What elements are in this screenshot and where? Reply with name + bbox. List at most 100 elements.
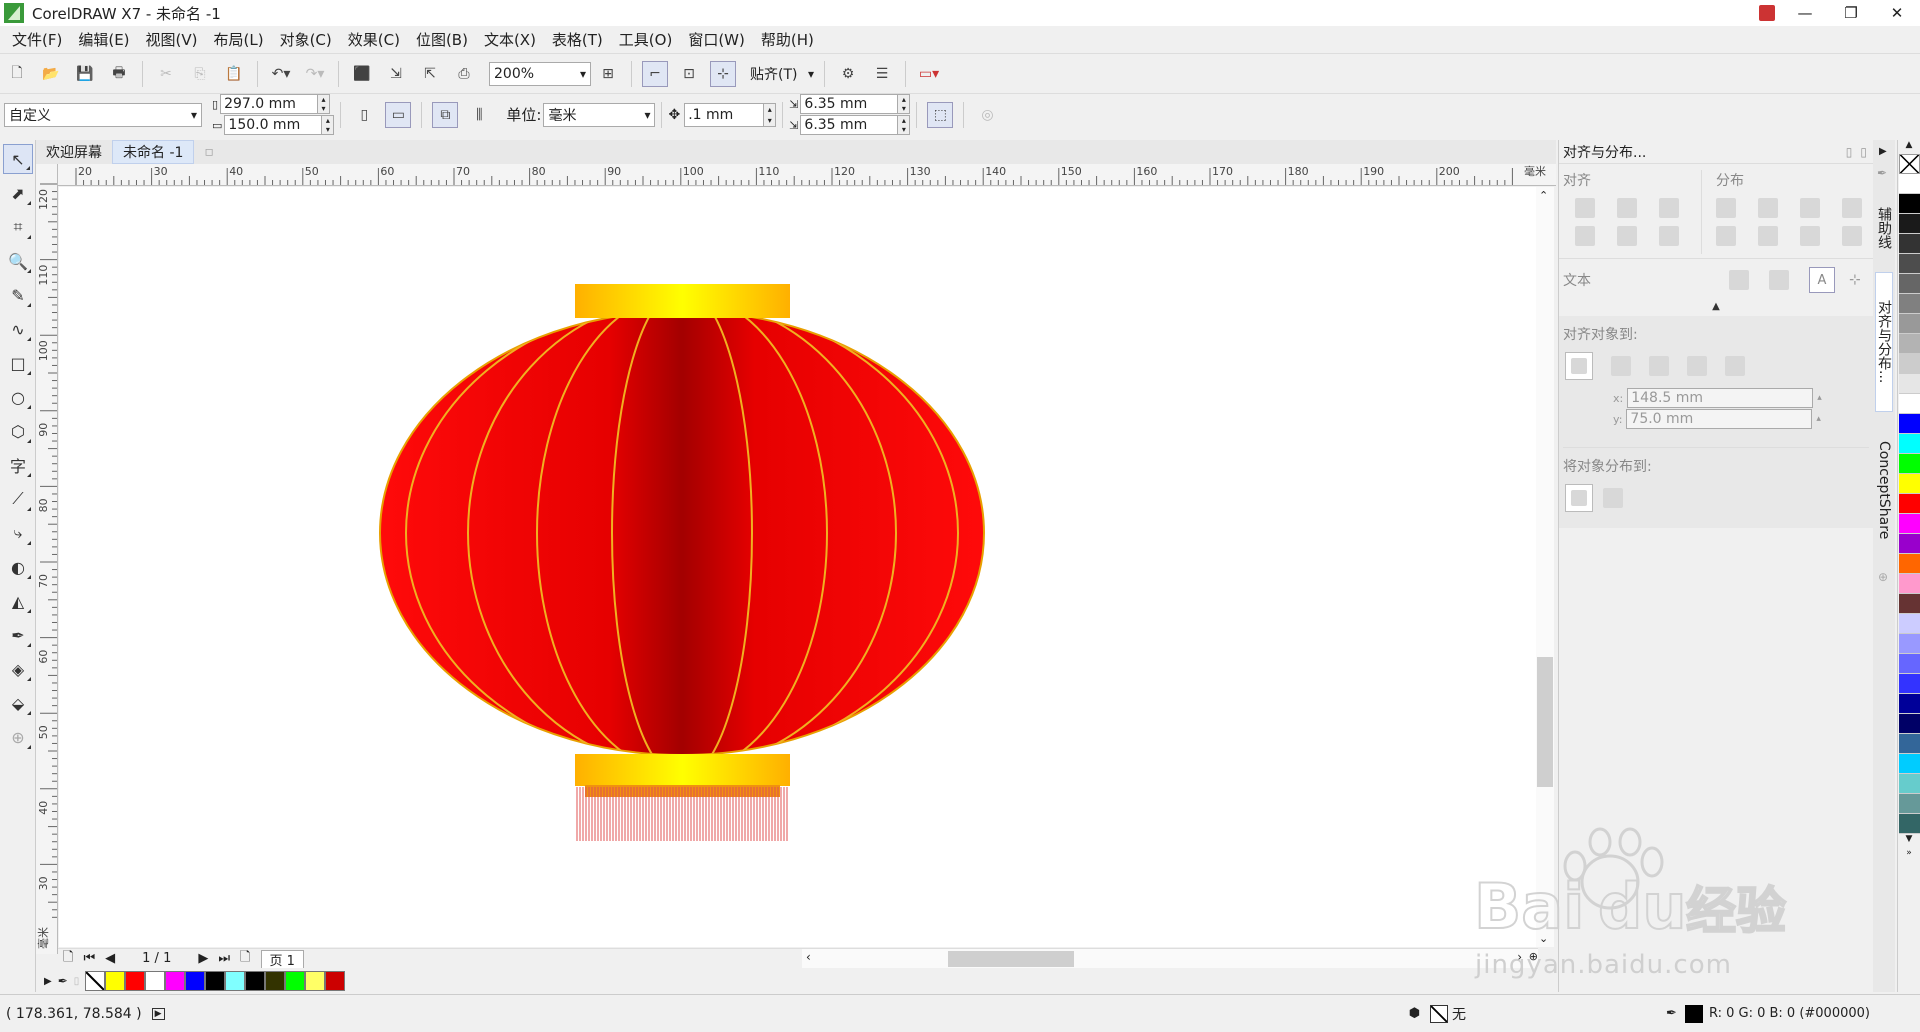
menu-view[interactable]: 视图(V) bbox=[138, 29, 206, 50]
page-tab-1[interactable]: 页 1 bbox=[260, 949, 304, 969]
palette-scroll-icon[interactable]: ▶ bbox=[44, 976, 52, 987]
next-page-icon[interactable]: ▶ bbox=[198, 951, 208, 966]
lock-toolbar-icon[interactable]: ◎ bbox=[974, 102, 1000, 128]
import-icon[interactable]: ⇲ bbox=[383, 61, 409, 87]
align-to-page-edge-icon[interactable] bbox=[1611, 356, 1631, 376]
page-options-icon[interactable]: 🗋 bbox=[63, 948, 73, 970]
color-swatch[interactable] bbox=[1899, 774, 1920, 794]
minimize-button[interactable]: — bbox=[1782, 0, 1828, 26]
color-swatch[interactable] bbox=[165, 971, 186, 991]
tab-align-distribute[interactable]: 对齐与分布... bbox=[1875, 272, 1893, 412]
page-height-field[interactable]: 150.0 mm ▴ ▾ bbox=[224, 115, 335, 135]
export-icon[interactable]: ⇱ bbox=[417, 61, 443, 87]
user-icon[interactable] bbox=[1752, 0, 1782, 26]
dup-x-spinner[interactable]: ▴ ▾ bbox=[897, 95, 910, 113]
align-to-active-objects-icon[interactable] bbox=[1565, 352, 1593, 380]
menu-edit[interactable]: 编辑(E) bbox=[70, 29, 137, 50]
distribute-center-h-icon[interactable] bbox=[1758, 198, 1778, 218]
open-icon[interactable]: 📂 bbox=[38, 61, 64, 87]
align-to-point-icon[interactable] bbox=[1725, 356, 1745, 376]
x-spinner-icon[interactable]: ▴ bbox=[1817, 393, 1822, 403]
color-swatch[interactable] bbox=[125, 971, 146, 991]
search-content-icon[interactable]: ⬛ bbox=[349, 61, 375, 87]
vertical-ruler[interactable]: 120 110 100 90 80 70 60 50 40 30 毫米 bbox=[36, 164, 58, 954]
options-icon[interactable]: ⚙ bbox=[835, 61, 861, 87]
color-swatch[interactable] bbox=[325, 971, 346, 991]
palette-scroll-down-icon[interactable]: ▼ bbox=[1898, 834, 1920, 848]
color-swatch[interactable] bbox=[1899, 554, 1920, 574]
shape-tool-icon[interactable]: ⬈ bbox=[3, 178, 33, 208]
polygon-tool-icon[interactable]: ⬡ bbox=[3, 416, 33, 446]
outline-color-swatch[interactable] bbox=[1684, 1004, 1703, 1023]
tab-untitled-1[interactable]: 未命名 -1 bbox=[112, 140, 195, 164]
color-swatch[interactable] bbox=[1899, 674, 1920, 694]
menu-tools[interactable]: 工具(O) bbox=[611, 29, 681, 50]
color-swatch[interactable] bbox=[1899, 614, 1920, 634]
distribute-space-h-icon[interactable] bbox=[1842, 198, 1862, 218]
color-swatch[interactable] bbox=[1899, 374, 1920, 394]
add-docker-icon[interactable]: ⊕ bbox=[1878, 570, 1888, 584]
horizontal-ruler[interactable]: 20 30 40 50 60 70 80 90 100 110 120 130 140 150 160 170… bbox=[56, 164, 1556, 186]
color-swatch[interactable] bbox=[1899, 754, 1920, 774]
undo-icon[interactable]: ↶▾ bbox=[268, 61, 294, 87]
align-to-page-center-icon[interactable] bbox=[1649, 356, 1669, 376]
color-swatch[interactable] bbox=[1899, 334, 1920, 354]
color-swatch[interactable] bbox=[1899, 274, 1920, 294]
snap-to-combo[interactable]: 贴齐(T) bbox=[746, 62, 818, 86]
color-swatch[interactable] bbox=[1899, 654, 1920, 674]
distribute-left-icon[interactable] bbox=[1716, 198, 1736, 218]
full-screen-icon[interactable]: ⊞ bbox=[595, 61, 621, 87]
text-tool-icon[interactable]: 字 bbox=[3, 450, 33, 480]
distribute-bottom-icon[interactable] bbox=[1800, 226, 1820, 246]
interactive-fill-tool-icon[interactable]: ◈ bbox=[3, 654, 33, 684]
rectangle-tool-icon[interactable]: □ bbox=[3, 348, 33, 378]
color-swatch[interactable] bbox=[145, 971, 166, 991]
menu-window[interactable]: 窗口(W) bbox=[680, 29, 753, 50]
docker-close-icon[interactable]: ▯ bbox=[1860, 145, 1867, 159]
color-swatch[interactable] bbox=[1899, 454, 1920, 474]
color-swatch[interactable] bbox=[205, 971, 226, 991]
tab-conceptshare[interactable]: ConceptShare bbox=[1875, 420, 1893, 560]
horizontal-scroll-thumb[interactable] bbox=[948, 951, 1074, 967]
color-swatch[interactable] bbox=[1899, 394, 1920, 414]
units-combo[interactable]: 毫米 bbox=[543, 102, 656, 127]
all-pages-icon[interactable]: ⧉ bbox=[432, 101, 459, 128]
color-swatch[interactable] bbox=[1899, 294, 1920, 314]
smart-fill-tool-icon[interactable]: ⬙ bbox=[3, 688, 33, 718]
text-pin-icon[interactable]: ⊹ bbox=[1849, 272, 1861, 288]
docker-restore-icon[interactable]: ▯ bbox=[1846, 145, 1853, 159]
color-swatch[interactable] bbox=[1899, 194, 1920, 214]
color-swatch[interactable] bbox=[1899, 634, 1920, 654]
palette-expand-icon[interactable]: » bbox=[1898, 848, 1920, 862]
treat-as-filled-icon[interactable]: ⬚ bbox=[927, 101, 954, 128]
redo-icon[interactable]: ↷▾ bbox=[302, 61, 328, 87]
prev-page-icon[interactable]: ◀ bbox=[105, 951, 115, 966]
show-rulers-icon[interactable]: ⌐ bbox=[642, 60, 668, 87]
color-swatch[interactable] bbox=[1899, 814, 1920, 834]
page-width-field[interactable]: 297.0 mm ▴ ▾ bbox=[220, 94, 331, 114]
scroll-tabs-up-icon[interactable]: ▶ bbox=[1879, 146, 1887, 157]
height-spinner[interactable]: ▴ ▾ bbox=[321, 116, 334, 134]
transparency-tool-icon[interactable]: ◭ bbox=[3, 586, 33, 616]
page-preset-combo[interactable]: 自定义 bbox=[4, 102, 202, 127]
parallel-dimension-tool-icon[interactable]: ⟋ bbox=[3, 484, 33, 514]
restore-button[interactable]: ❐ bbox=[1828, 0, 1874, 26]
collapse-arrow-icon[interactable]: ▲ bbox=[1559, 301, 1873, 312]
paste-icon[interactable]: 📋 bbox=[221, 61, 247, 87]
align-y-field[interactable]: 75.0 mm bbox=[1626, 409, 1813, 429]
distribute-right-icon[interactable] bbox=[1800, 198, 1820, 218]
landscape-icon[interactable]: ▭ bbox=[385, 101, 412, 128]
color-swatch[interactable] bbox=[105, 971, 126, 991]
text-bbox-icon[interactable]: A bbox=[1809, 267, 1835, 293]
align-center-v-icon[interactable] bbox=[1617, 226, 1637, 246]
horizontal-scrollbar[interactable]: ‹ › ⊕ bbox=[802, 948, 1538, 968]
color-swatch[interactable] bbox=[1899, 534, 1920, 554]
drawing-canvas[interactable] bbox=[59, 187, 1553, 947]
align-x-field[interactable]: 148.5 mm bbox=[1627, 388, 1814, 408]
distribute-top-icon[interactable] bbox=[1716, 226, 1736, 246]
pick-tool-icon[interactable]: ↖ bbox=[3, 144, 33, 174]
align-left-icon[interactable] bbox=[1575, 198, 1595, 218]
y-spinner-icon[interactable]: ▴ bbox=[1816, 414, 1821, 424]
color-swatch[interactable] bbox=[1899, 354, 1920, 374]
color-swatch[interactable] bbox=[225, 971, 246, 991]
